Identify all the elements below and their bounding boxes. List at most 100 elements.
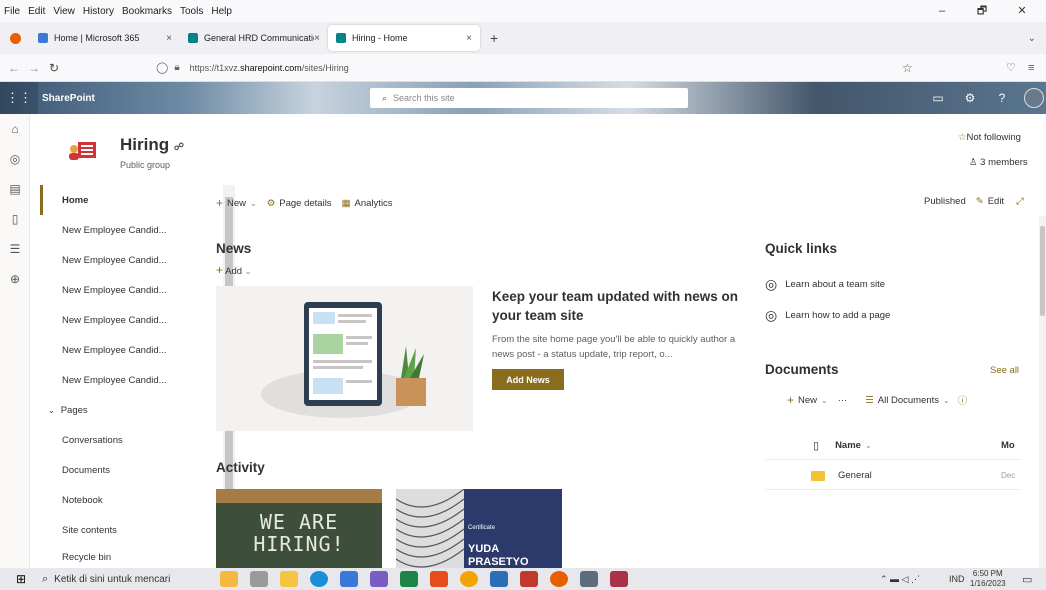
globe-icon[interactable]: ◎ xyxy=(0,144,30,174)
page-details-button[interactable]: Page details xyxy=(279,198,331,209)
nav-item-candidate[interactable]: New Employee Candid... xyxy=(40,365,195,395)
more-options-button[interactable]: ··· xyxy=(838,395,848,406)
quicklink-item[interactable]: ◎ Learn about a team site xyxy=(765,276,885,293)
lists-icon[interactable]: ☰ xyxy=(0,234,30,264)
edge-icon[interactable] xyxy=(310,571,329,587)
file-icon[interactable]: ▯ xyxy=(0,204,30,234)
language-indicator[interactable]: IND xyxy=(949,574,965,584)
menu-view[interactable]: View xyxy=(53,6,75,17)
feedback-icon[interactable]: ▭ xyxy=(922,82,954,114)
table-row[interactable]: General Dec xyxy=(765,462,1020,490)
info-icon[interactable]: ⓘ xyxy=(958,393,968,407)
help-icon[interactable]: ? xyxy=(986,82,1018,114)
firefox-view-icon[interactable] xyxy=(0,32,30,44)
nav-item-home[interactable]: Home xyxy=(40,185,195,215)
close-tab-icon[interactable]: × xyxy=(166,33,172,44)
page-scroll-thumb[interactable] xyxy=(1040,226,1045,316)
folder-name[interactable]: General xyxy=(838,470,872,481)
windows-start-icon[interactable]: ⊞ xyxy=(0,572,42,586)
notification-icon[interactable]: ▭ xyxy=(1022,573,1032,586)
tray-icons[interactable]: ⌃ ▬ ◁ ⋰ xyxy=(880,574,920,585)
add-news-menu[interactable]: + Add ⌄ xyxy=(216,263,251,277)
nav-item-site-contents[interactable]: Site contents xyxy=(40,515,195,545)
menu-tools[interactable]: Tools xyxy=(180,6,203,17)
create-icon[interactable]: ⊕ xyxy=(0,264,30,294)
menu-edit[interactable]: Edit xyxy=(28,6,45,17)
add-news-button[interactable]: Add News xyxy=(492,369,564,390)
site-logo[interactable] xyxy=(66,136,100,164)
nav-item-documents[interactable]: Documents xyxy=(40,455,195,485)
site-title[interactable]: Hiring ☍ xyxy=(120,135,184,155)
menu-help[interactable]: Help xyxy=(211,6,232,17)
menu-bookmarks[interactable]: Bookmarks xyxy=(122,6,172,17)
quicklink-item[interactable]: ◎ Learn how to add a page xyxy=(765,307,890,324)
chevron-down-icon[interactable]: ⌄ xyxy=(821,396,828,405)
activity-card-hiring[interactable]: WE ARE HIRING! xyxy=(216,489,382,568)
office-icon[interactable] xyxy=(430,571,449,587)
xbox-icon[interactable] xyxy=(400,571,419,587)
menu-history[interactable]: History xyxy=(83,6,114,17)
taskbar-search-input[interactable]: Ketik di sini untuk mencari xyxy=(54,574,214,585)
column-name[interactable]: Name xyxy=(835,440,861,451)
app-menu-icon[interactable]: ≡ xyxy=(1028,62,1034,74)
tab-general-hrd[interactable]: General HRD Communication S × xyxy=(180,25,328,51)
nav-item-pages[interactable]: ⌄ Pages xyxy=(40,395,195,425)
app-icon[interactable] xyxy=(580,571,599,587)
nav-item-notebook[interactable]: Notebook xyxy=(40,485,195,515)
clock[interactable]: 6:50 PM 1/16/2023 xyxy=(970,569,1006,589)
close-tab-icon[interactable]: × xyxy=(466,33,472,44)
chevron-down-icon[interactable]: ⌄ xyxy=(250,199,257,208)
tab-microsoft365[interactable]: Home | Microsoft 365 × xyxy=(30,25,180,51)
store-icon[interactable] xyxy=(490,571,509,587)
new-button[interactable]: New xyxy=(227,198,246,209)
nav-item-candidate[interactable]: New Employee Candid... xyxy=(40,275,195,305)
follow-button[interactable]: ☆Not following xyxy=(958,132,1021,143)
address-field[interactable]: https://t1xvz.sharepoint.com/sites/Hirin… xyxy=(190,63,349,73)
edit-button[interactable]: Edit xyxy=(988,196,1004,207)
chrome-icon[interactable] xyxy=(460,571,479,587)
pocket-icon[interactable]: ♡ xyxy=(1006,61,1016,74)
forward-icon[interactable]: → xyxy=(24,61,44,75)
minimize-button[interactable]: – xyxy=(926,0,958,22)
firefox-icon[interactable] xyxy=(550,571,569,587)
mail-icon[interactable] xyxy=(340,571,359,587)
members-button[interactable]: ♙ 3 members xyxy=(969,157,1028,168)
app-icon[interactable] xyxy=(610,571,629,587)
expand-icon[interactable]: ⤢ xyxy=(1016,196,1024,207)
back-icon[interactable]: ← xyxy=(4,61,24,75)
reload-icon[interactable]: ↻ xyxy=(44,61,64,75)
news-icon[interactable]: ▤ xyxy=(0,174,30,204)
nav-item-recycle-bin[interactable]: Recycle bin xyxy=(40,545,195,563)
column-modified[interactable]: Mo xyxy=(1001,440,1020,451)
tab-hiring-home[interactable]: Hiring - Home × xyxy=(328,25,480,51)
view-selector[interactable]: All Documents xyxy=(878,395,939,406)
close-window-button[interactable]: ✕ xyxy=(1006,0,1038,22)
nav-item-candidate[interactable]: New Employee Candid... xyxy=(40,245,195,275)
tab-list-chevron-icon[interactable]: ⌄ xyxy=(1028,33,1036,44)
app-icon[interactable] xyxy=(520,571,539,587)
menu-file[interactable]: File xyxy=(4,6,20,17)
activity-card-certificate[interactable]: Certificate YUDA PRASETYO xyxy=(396,489,562,568)
lock-icon[interactable]: 🔒︎ xyxy=(174,62,179,73)
chevron-down-icon[interactable]: ⌄ xyxy=(865,441,872,450)
task-view-icon[interactable] xyxy=(250,571,269,587)
nav-item-conversations[interactable]: Conversations xyxy=(40,425,195,455)
nav-item-candidate[interactable]: New Employee Candid... xyxy=(40,305,195,335)
tracking-shield-icon[interactable]: ◯ xyxy=(156,61,168,74)
site-search-input[interactable]: ⌕ Search this site xyxy=(370,88,688,108)
bookmark-star-icon[interactable]: ☆ xyxy=(902,61,913,75)
new-document-button[interactable]: New xyxy=(798,395,817,406)
page-scrollbar[interactable] xyxy=(1039,216,1046,568)
cortana-icon[interactable] xyxy=(220,571,239,587)
nav-item-candidate[interactable]: New Employee Candid... xyxy=(40,215,195,245)
see-all-link[interactable]: See all xyxy=(990,365,1019,376)
app-launcher-icon[interactable]: ⋮⋮ xyxy=(0,82,38,114)
settings-gear-icon[interactable]: ⚙ xyxy=(954,82,986,114)
sharepoint-logo[interactable]: SharePoint xyxy=(42,93,95,104)
file-explorer-icon[interactable] xyxy=(280,571,299,587)
chevron-down-icon[interactable]: ⌄ xyxy=(943,396,950,405)
nav-item-candidate[interactable]: New Employee Candid... xyxy=(40,335,195,365)
close-tab-icon[interactable]: × xyxy=(314,33,320,44)
home-icon[interactable]: ⌂ xyxy=(0,114,30,144)
avatar[interactable] xyxy=(1018,82,1046,114)
